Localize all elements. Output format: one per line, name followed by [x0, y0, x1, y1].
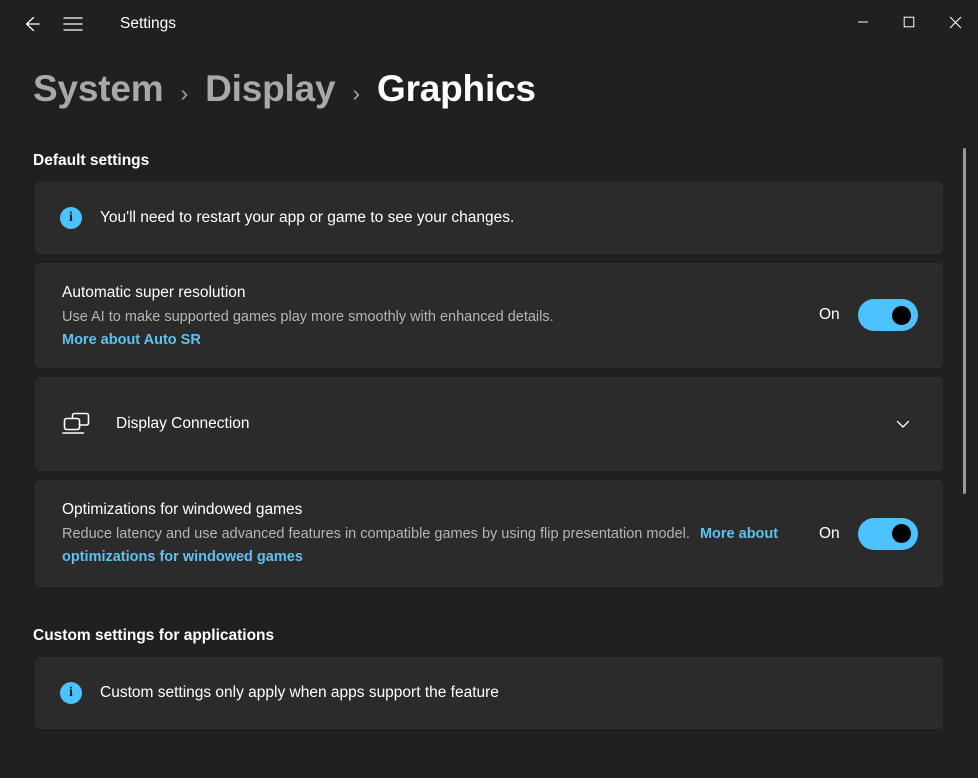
scrollbar-thumb[interactable]	[963, 148, 966, 494]
breadcrumb-item-system[interactable]: System	[33, 68, 163, 110]
back-arrow-icon	[20, 13, 42, 35]
title-bar-left-group: Settings	[0, 0, 176, 48]
back-button[interactable]	[10, 6, 52, 42]
setting-description: Use AI to make supported games play more…	[62, 306, 801, 328]
display-connection-icon	[62, 411, 96, 437]
setting-row-automatic-super-resolution: Automatic super resolution Use AI to mak…	[35, 263, 943, 368]
close-button[interactable]	[932, 0, 978, 44]
info-icon: i	[60, 682, 82, 704]
toggle-state-label: On	[819, 525, 841, 543]
expander-row-display-connection[interactable]: Display Connection	[35, 377, 943, 471]
vertical-scrollbar[interactable]	[959, 148, 971, 778]
close-icon	[949, 16, 962, 29]
minimize-icon	[857, 16, 869, 28]
setting-control-group: On	[801, 518, 918, 550]
toggle-state-label: On	[819, 306, 841, 324]
window-controls	[840, 0, 978, 44]
setting-title: Automatic super resolution	[62, 282, 801, 304]
setting-title: Optimizations for windowed games	[62, 499, 801, 521]
toggle-knob	[892, 306, 911, 325]
setting-row-optimizations-for-windowed-games: Optimizations for windowed games Reduce …	[35, 480, 943, 587]
maximize-icon	[903, 16, 915, 28]
info-banner-custom-settings: i Custom settings only apply when apps s…	[35, 657, 943, 729]
section-title-custom-settings-for-applications: Custom settings for applications	[0, 587, 978, 657]
setting-description-group: Reduce latency and use advanced features…	[62, 523, 801, 568]
breadcrumb-item-display[interactable]: Display	[205, 68, 335, 110]
title-bar: Settings	[0, 0, 978, 68]
setting-text-group: Automatic super resolution Use AI to mak…	[62, 282, 801, 349]
info-banner-text: You'll need to restart your app or game …	[100, 209, 514, 227]
maximize-button[interactable]	[886, 0, 932, 44]
setting-description: Reduce latency and use advanced features…	[62, 526, 690, 542]
section-title-default-settings: Default settings	[0, 134, 978, 182]
optimizations-for-windowed-games-toggle[interactable]	[858, 518, 918, 550]
info-banner-restart: i You'll need to restart your app or gam…	[35, 182, 943, 254]
chevron-down-icon[interactable]	[886, 407, 920, 441]
breadcrumb-separator: ›	[163, 80, 205, 107]
breadcrumb-item-graphics: Graphics	[377, 68, 536, 110]
hamburger-menu-icon	[63, 16, 83, 32]
settings-scroll-area: Default settings i You'll need to restar…	[0, 134, 978, 778]
setting-control-group: On	[801, 299, 918, 331]
breadcrumb-separator: ›	[335, 80, 377, 107]
info-icon: i	[60, 207, 82, 229]
minimize-button[interactable]	[840, 0, 886, 44]
info-banner-text: Custom settings only apply when apps sup…	[100, 684, 499, 702]
more-about-auto-sr-link[interactable]: More about Auto SR	[62, 332, 201, 348]
automatic-super-resolution-toggle[interactable]	[858, 299, 918, 331]
setting-text-group: Optimizations for windowed games Reduce …	[62, 499, 801, 568]
app-title: Settings	[120, 6, 176, 42]
breadcrumb: System › Display › Graphics	[0, 68, 978, 134]
expander-label: Display Connection	[96, 415, 886, 433]
navigation-menu-button[interactable]	[52, 6, 94, 42]
toggle-knob	[892, 524, 911, 543]
